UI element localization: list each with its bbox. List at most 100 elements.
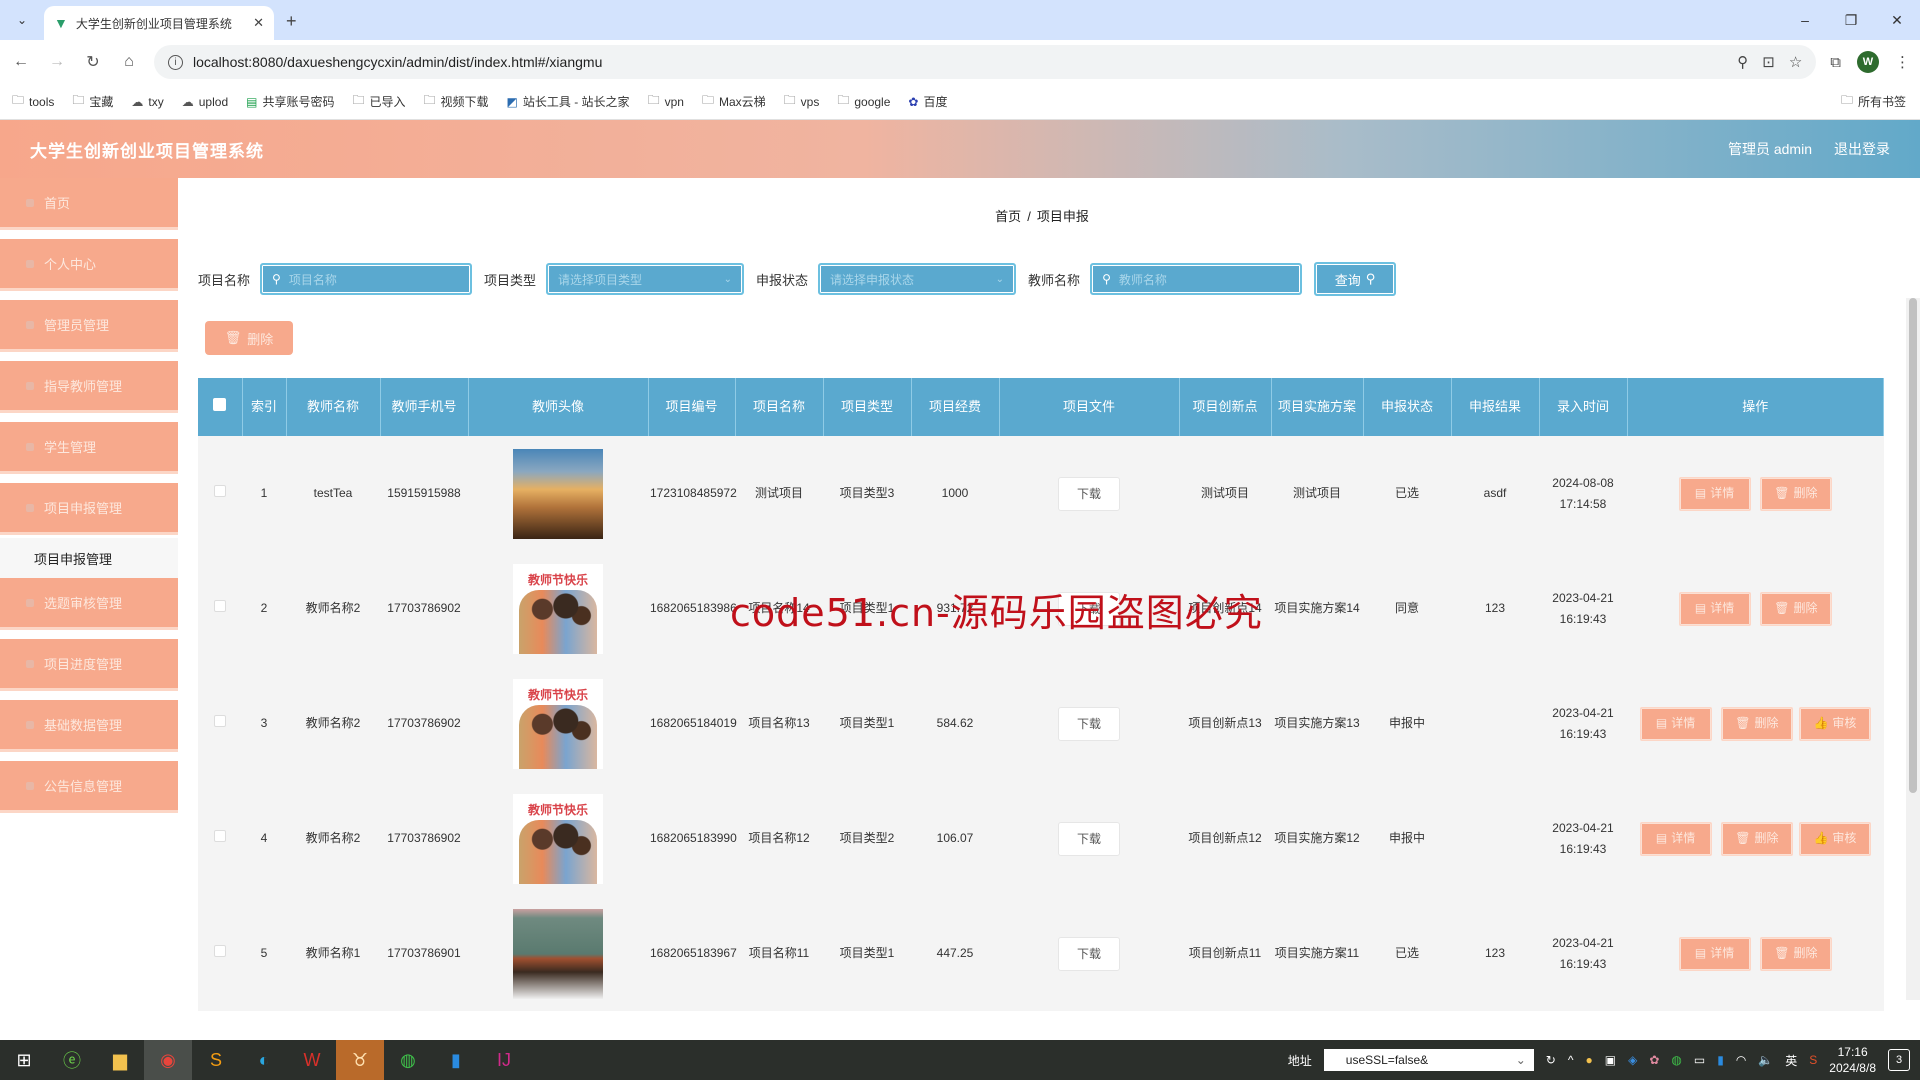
row-checkbox[interactable] <box>198 436 242 551</box>
avatar-image[interactable]: 教师节快乐 <box>513 793 603 884</box>
chrome-icon[interactable]: ◉ <box>144 1040 192 1080</box>
sidebar-item-profile[interactable]: 个人中心 <box>0 239 178 291</box>
wps-icon[interactable]: W <box>288 1040 336 1080</box>
tray-app-icon[interactable]: ▣ <box>1605 1053 1616 1067</box>
sidebar-item-admins[interactable]: 管理员管理 <box>0 300 178 352</box>
row-checkbox[interactable] <box>198 666 242 781</box>
avatar-image[interactable]: 教师节快乐 <box>513 678 603 769</box>
sidebar-item-teachers[interactable]: 指导教师管理 <box>0 361 178 413</box>
project-type-select[interactable]: 请选择项目类型 ⌄ <box>546 263 745 295</box>
detail-button[interactable]: ▤ 详情 <box>1678 476 1751 511</box>
ime-indicator[interactable]: 英 <box>1785 1052 1797 1069</box>
intellij-icon[interactable]: IJ <box>480 1040 528 1080</box>
apply-status-select[interactable]: 请选择申报状态 ⌄ <box>818 263 1017 295</box>
wechat-tray-icon[interactable]: ◍ <box>1671 1053 1681 1067</box>
edge-icon[interactable]: ◐ <box>240 1040 288 1080</box>
avatar-image[interactable]: 教师节快乐 <box>513 563 603 654</box>
row-checkbox[interactable] <box>198 896 242 1011</box>
file-explorer-icon[interactable]: ▆ <box>96 1040 144 1080</box>
detail-button[interactable]: ▤ 详情 <box>1639 706 1712 741</box>
download-button[interactable]: 下载 <box>1058 821 1120 856</box>
select-all-checkbox[interactable] <box>198 378 243 436</box>
bookmark-item[interactable]: ☁ txy <box>131 95 163 109</box>
bookmark-item[interactable]: 🗀 已导入 <box>352 91 405 112</box>
bookmark-item[interactable]: 🗀 vps <box>784 91 820 112</box>
delete-button[interactable]: 🗑 删除 <box>1720 821 1793 856</box>
address-toolbar-input[interactable]: useSSL=false& ⌄ <box>1323 1049 1534 1071</box>
wechat-icon[interactable]: ◍ <box>384 1040 432 1080</box>
tab-close-icon[interactable]: ✕ <box>253 15 264 31</box>
sidebar-item-basic-data[interactable]: 基础数据管理 <box>0 700 178 752</box>
delete-button[interactable]: 🗑 删除 <box>1759 936 1832 971</box>
delete-button[interactable]: 🗑 删除 <box>1759 476 1832 511</box>
bookmark-item[interactable]: ▤ 共享账号密码 <box>246 93 334 110</box>
sidebar-item-project-apply[interactable]: 项目申报管理 <box>0 483 178 535</box>
bookmark-item[interactable]: 🗀 tools <box>12 91 54 112</box>
feishu-icon[interactable]: ▮ <box>432 1040 480 1080</box>
tray-app-icon[interactable]: ◈ <box>1628 1053 1637 1067</box>
wifi-icon[interactable]: ◠ <box>1736 1053 1746 1067</box>
site-info-icon[interactable]: i <box>168 54 183 70</box>
download-button[interactable]: 下载 <box>1058 706 1120 741</box>
system-clock[interactable]: 17:16 2024/8/8 <box>1829 1044 1876 1076</box>
download-button[interactable]: 下载 <box>1058 591 1120 626</box>
bookmark-item[interactable]: ☁ uplod <box>182 95 228 109</box>
download-button[interactable]: 下载 <box>1058 936 1120 971</box>
back-button[interactable]: ← <box>10 53 32 71</box>
detail-button[interactable]: ▤ 详情 <box>1639 821 1712 856</box>
chevron-down-icon[interactable]: ⌄ <box>1516 1053 1526 1067</box>
bookmark-item[interactable]: 🗀 vpn <box>648 91 684 112</box>
tray-app-icon[interactable]: ● <box>1585 1053 1592 1067</box>
restore-button[interactable]: ❐ <box>1828 0 1874 40</box>
sidebar-item-announcements[interactable]: 公告信息管理 <box>0 761 178 813</box>
scrollbar-thumb[interactable] <box>1909 298 1917 793</box>
detail-button[interactable]: ▤ 详情 <box>1678 936 1751 971</box>
battery-icon[interactable]: ▭ <box>1694 1053 1705 1067</box>
row-checkbox[interactable] <box>198 551 242 666</box>
sidebar-item-progress[interactable]: 项目进度管理 <box>0 639 178 691</box>
bookmark-item[interactable]: 🗀 google <box>837 91 890 112</box>
breadcrumb-home[interactable]: 首页 <box>995 209 1021 224</box>
sidebar-subitem-project-apply[interactable]: 项目申报管理 <box>0 538 178 578</box>
browser-menu-icon[interactable]: ⋮ <box>1895 53 1910 71</box>
extensions-icon[interactable]: ⧉ <box>1830 54 1841 71</box>
bookmark-item[interactable]: ✿ 百度 <box>908 93 947 110</box>
bookmark-item[interactable]: 🗀 宝藏 <box>72 91 113 112</box>
windows-start-icon[interactable]: ⊞ <box>0 1040 48 1080</box>
url-input[interactable]: i localhost:8080/daxueshengcycxin/admin/… <box>154 45 1817 79</box>
sidebar-item-students[interactable]: 学生管理 <box>0 422 178 474</box>
sidebar-item-topic-review[interactable]: 选题审核管理 <box>0 578 178 630</box>
reload-button[interactable]: ↻ <box>82 52 104 72</box>
page-scrollbar[interactable] <box>1906 298 1920 1000</box>
screenshot-icon[interactable]: ⊡ <box>1762 53 1775 71</box>
tray-app-icon[interactable]: ▮ <box>1717 1053 1724 1067</box>
tab-search-button[interactable]: ⌄ <box>8 6 36 34</box>
delete-button[interactable]: 🗑 删除 <box>1720 706 1793 741</box>
detail-button[interactable]: ▤ 详情 <box>1678 591 1751 626</box>
query-button[interactable]: 查询 ⚲ <box>1314 262 1397 296</box>
minimize-button[interactable]: – <box>1782 0 1828 40</box>
browser-e-icon[interactable]: ⓔ <box>48 1040 96 1080</box>
sidebar-item-home[interactable]: 首页 <box>0 178 178 230</box>
avatar-image[interactable] <box>513 448 603 539</box>
logout-link[interactable]: 退出登录 <box>1834 139 1890 159</box>
teacher-name-input[interactable]: ⚲ 教师名称 <box>1090 263 1303 295</box>
bookmark-item[interactable]: 🗀 视频下载 <box>424 91 489 112</box>
bulk-delete-button[interactable]: 🗑 删除 <box>205 321 293 355</box>
sublime-icon[interactable]: S <box>192 1040 240 1080</box>
bookmark-star-icon[interactable]: ☆ <box>1789 53 1802 71</box>
project-name-input[interactable]: ⚲ 项目名称 <box>260 263 473 295</box>
navicat-icon[interactable]: ♉ <box>336 1040 384 1080</box>
forward-button[interactable]: → <box>46 53 68 71</box>
audit-button[interactable]: 👍 审核 <box>1798 706 1871 741</box>
bookmark-item[interactable]: ◩ 站长工具 - 站长之家 <box>507 93 630 110</box>
delete-button[interactable]: 🗑 删除 <box>1759 591 1832 626</box>
home-button[interactable]: ⌂ <box>118 53 140 71</box>
audit-button[interactable]: 👍 审核 <box>1798 821 1871 856</box>
download-button[interactable]: 下载 <box>1058 476 1120 511</box>
avatar-image[interactable] <box>513 908 603 999</box>
zoom-icon[interactable]: ⚲ <box>1737 53 1748 71</box>
row-checkbox[interactable] <box>198 781 242 896</box>
notification-center-icon[interactable]: 3 <box>1888 1049 1910 1071</box>
all-bookmarks[interactable]: 🗀 所有书签 <box>1841 91 1906 112</box>
